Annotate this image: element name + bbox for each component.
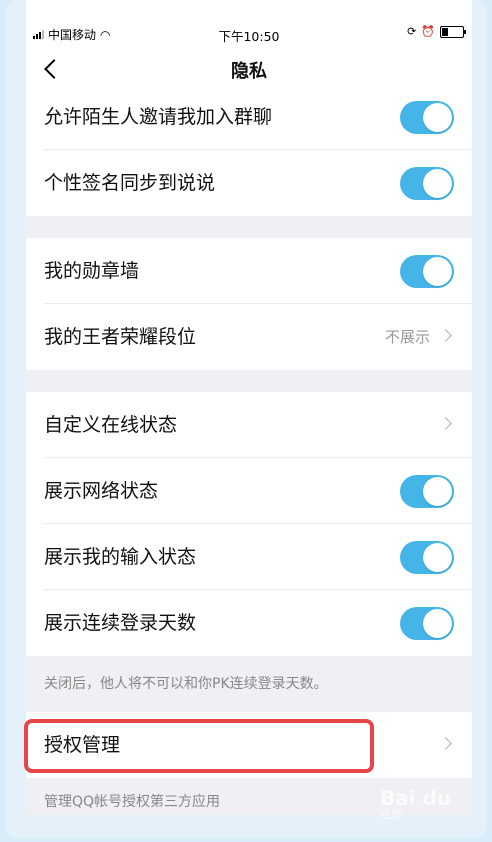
chevron-right-icon bbox=[439, 737, 452, 750]
status-time: 下午10:50 bbox=[218, 29, 280, 44]
toggle-knob bbox=[423, 477, 452, 506]
status-right: ⟳ ⏰ bbox=[407, 25, 466, 38]
row-label: 展示网络状态 bbox=[44, 480, 159, 502]
row-label: 我的勋章墙 bbox=[44, 260, 140, 282]
row-allow-stranger-invite[interactable]: 允许陌生人邀请我加入群聊 bbox=[26, 84, 472, 150]
row-show-network-status[interactable]: 展示网络状态 bbox=[26, 458, 472, 524]
row-label: 允许陌生人邀请我加入群聊 bbox=[44, 106, 273, 128]
row-honor-of-kings-rank[interactable]: 我的王者荣耀段位 不展示 bbox=[26, 304, 472, 370]
row-label: 自定义在线状态 bbox=[44, 414, 178, 436]
toggle-switch[interactable] bbox=[400, 255, 454, 288]
row-show-typing-status[interactable]: 展示我的输入状态 bbox=[26, 524, 472, 590]
toggle-switch[interactable] bbox=[400, 475, 454, 508]
phone-screen: 中国移动 ◠ 下午10:50 ⟳ ⏰ 隐私 允许陌生人邀请我加入群聊 个性签名同… bbox=[26, 0, 472, 815]
battery-icon bbox=[440, 25, 466, 38]
toggle-switch[interactable] bbox=[400, 607, 454, 640]
toggle-switch[interactable] bbox=[400, 541, 454, 574]
row-label: 我的王者荣耀段位 bbox=[44, 326, 197, 348]
toggle-switch[interactable] bbox=[400, 101, 454, 134]
status-bar: 中国移动 ◠ 下午10:50 ⟳ ⏰ bbox=[26, 0, 472, 44]
row-value: 不展示 bbox=[384, 328, 430, 346]
chevron-right-icon bbox=[439, 417, 452, 430]
chevron-right-icon bbox=[439, 329, 452, 342]
row-show-login-days[interactable]: 展示连续登录天数 bbox=[26, 590, 472, 656]
auth-footnote: 管理QQ帐号授权第三方应用 bbox=[44, 794, 221, 810]
toggle-knob bbox=[423, 103, 452, 132]
page-title: 隐私 bbox=[231, 61, 267, 82]
row-label: 展示我的输入状态 bbox=[44, 546, 197, 568]
row-medal-wall[interactable]: 我的勋章墙 bbox=[26, 238, 472, 304]
row-label: 个性签名同步到说说 bbox=[44, 172, 216, 194]
highlight-box bbox=[24, 719, 374, 773]
toggle-knob bbox=[423, 257, 452, 286]
alarm-icon: ⏰ bbox=[421, 25, 435, 38]
toggle-switch[interactable] bbox=[400, 167, 454, 200]
toggle-knob bbox=[423, 169, 452, 198]
baidu-watermark: Bai du 经验 bbox=[380, 786, 451, 822]
row-signature-sync[interactable]: 个性签名同步到说说 bbox=[26, 150, 472, 216]
row-custom-online-status[interactable]: 自定义在线状态 bbox=[26, 392, 472, 458]
row-label: 展示连续登录天数 bbox=[44, 612, 197, 634]
toggle-knob bbox=[423, 543, 452, 572]
rotation-lock-icon: ⟳ bbox=[407, 25, 417, 38]
login-days-footnote: 关闭后，他人将不可以和你PK连续登录天数。 bbox=[44, 676, 328, 692]
toggle-knob bbox=[423, 609, 452, 638]
